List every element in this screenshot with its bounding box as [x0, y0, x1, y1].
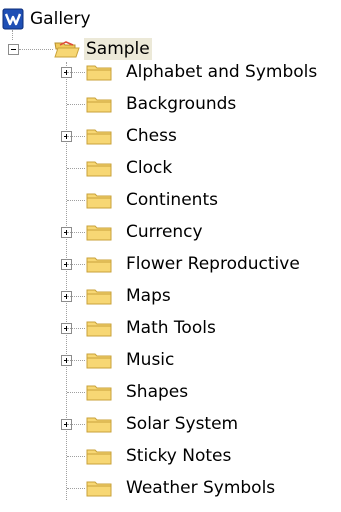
tree-node-item[interactable]: Weather Symbols — [0, 475, 341, 501]
folder-icon — [86, 193, 112, 209]
folder-icon — [86, 257, 112, 273]
folder-icon — [86, 65, 112, 81]
tree-node-label: Shapes — [126, 382, 189, 402]
folder-icon — [86, 385, 112, 401]
tree-node-item[interactable]: Maps — [0, 283, 341, 309]
tree-line — [67, 360, 85, 361]
tree-node-label: Alphabet and Symbols — [126, 62, 318, 82]
tree-line — [67, 456, 85, 457]
tree-node-item[interactable]: Alphabet and Symbols — [0, 59, 341, 85]
tree-node-item[interactable]: Music — [0, 347, 341, 373]
tree-line — [67, 392, 85, 393]
folder-icon — [86, 417, 112, 433]
tree-line — [67, 232, 85, 233]
tree-root-label: Gallery — [30, 9, 91, 29]
folder-icon — [86, 97, 112, 113]
tree-node-label: Flower Reproductive — [126, 254, 300, 274]
tree-node-item[interactable]: Currency — [0, 219, 341, 245]
tree-line — [67, 264, 85, 265]
open-folder-icon — [54, 41, 80, 58]
tree-line — [67, 328, 85, 329]
tree-node-label: Currency — [126, 222, 203, 242]
tree-node-item[interactable]: Backgrounds — [0, 91, 341, 117]
tree-line — [67, 200, 85, 201]
tree-node-item[interactable]: Solar System — [0, 411, 341, 437]
folder-icon — [86, 225, 112, 241]
folder-icon — [86, 129, 112, 145]
tree-line — [67, 136, 85, 137]
tree-node-sample-label: Sample — [84, 38, 152, 60]
tree-node-item[interactable]: Sticky Notes — [0, 443, 341, 469]
collapse-toggle[interactable] — [8, 44, 19, 55]
tree-node-item[interactable]: Continents — [0, 187, 341, 213]
tree-node-label: Solar System — [126, 414, 239, 434]
tree-line — [67, 168, 85, 169]
tree-line — [67, 424, 85, 425]
tree-node-label: Continents — [126, 190, 218, 210]
tree-line — [67, 296, 85, 297]
folder-icon — [86, 481, 112, 497]
folder-icon — [86, 161, 112, 177]
tree-node-item[interactable]: Shapes — [0, 379, 341, 405]
tree-node-item[interactable]: Math Tools — [0, 315, 341, 341]
tree-line — [19, 49, 53, 50]
tree-line — [67, 488, 85, 489]
tree-line — [67, 72, 85, 73]
tree-line — [12, 30, 13, 40]
tree-node-item[interactable]: Chess — [0, 123, 341, 149]
tree-node-label: Sticky Notes — [126, 446, 232, 466]
tree-node-item[interactable]: Flower Reproductive — [0, 251, 341, 277]
folder-icon — [86, 289, 112, 305]
folder-icon — [86, 321, 112, 337]
tree-node-label: Math Tools — [126, 318, 216, 338]
tree-node-label: Maps — [126, 286, 171, 306]
folder-icon — [86, 353, 112, 369]
tree-node-label: Weather Symbols — [126, 478, 276, 498]
tree-node-item[interactable]: Clock — [0, 155, 341, 181]
gallery-app-icon — [2, 8, 24, 30]
folder-tree: Gallery Sample Alphabet and Symbols Backg… — [0, 0, 341, 512]
tree-node-label: Chess — [126, 126, 177, 146]
folder-icon — [86, 449, 112, 465]
tree-node-label: Backgrounds — [126, 94, 237, 114]
tree-node-label: Clock — [126, 158, 173, 178]
tree-line — [67, 104, 85, 105]
tree-node-label: Music — [126, 350, 175, 370]
